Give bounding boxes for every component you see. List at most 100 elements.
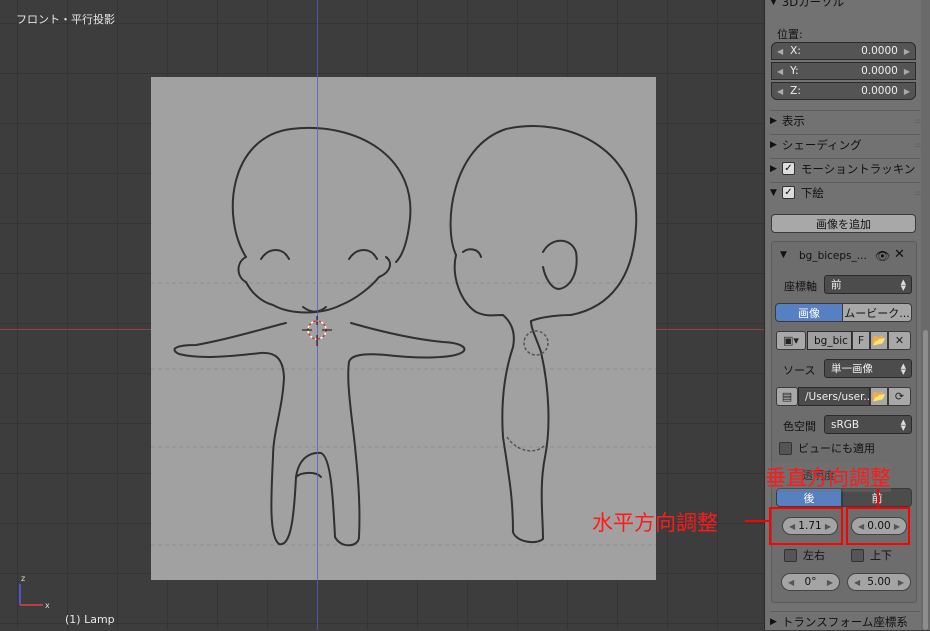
image-name-value: bg_bic: [814, 334, 848, 347]
checkbox-checked-icon[interactable]: ✓: [781, 186, 795, 199]
decrement-arrow-icon[interactable]: ◀: [777, 87, 783, 96]
horizontal-pointer-line: [745, 520, 769, 522]
decrement-arrow-icon[interactable]: ◀: [777, 47, 783, 56]
svg-text:z: z: [21, 574, 25, 583]
filepath-field[interactable]: /Users/user...: [798, 387, 870, 406]
tab-image[interactable]: 画像: [775, 303, 843, 322]
view-as-render-checkbox[interactable]: ビューにも適用: [779, 440, 875, 456]
updown-arrow-icon: ▲ ▼: [900, 277, 906, 292]
section-label: モーショントラッキン: [800, 161, 916, 176]
background-image: [151, 77, 656, 580]
collapse-arrow-icon[interactable]: ▼: [780, 250, 787, 260]
position-label: 位置:: [777, 28, 803, 41]
increment-arrow-icon[interactable]: ▶: [827, 578, 833, 587]
section-shading[interactable]: ▶ シェーディング ::::: [770, 134, 922, 154]
open-folder-icon[interactable]: 📂: [870, 331, 888, 350]
cursor-x-field[interactable]: ◀ X: 0.0000 ▶: [771, 42, 916, 60]
section-label: 下絵: [800, 185, 824, 200]
colorspace-select[interactable]: sRGB ▲ ▼: [824, 415, 912, 434]
section-display[interactable]: ▶ 表示 ::::: [770, 110, 922, 130]
view-title: フロント・平行投影: [16, 13, 115, 26]
expand-arrow-icon: ▶: [770, 115, 777, 126]
size-value: 5.00: [867, 576, 891, 588]
source-select-value: 単一画像: [831, 363, 873, 375]
unlink-close-icon[interactable]: ✕: [888, 331, 911, 350]
fake-user-label: F: [857, 334, 865, 347]
colorspace-label: 色空間: [783, 420, 816, 433]
decrement-arrow-icon[interactable]: ◀: [788, 578, 794, 587]
image-name-field[interactable]: bg_bic: [807, 331, 852, 350]
collapse-arrow-icon: ▼: [770, 187, 777, 198]
increment-arrow-icon[interactable]: ▶: [898, 578, 904, 587]
section-label: トランスフォーム座標系: [781, 614, 908, 629]
section-label: 3Dカーソル: [781, 0, 845, 9]
flip-x-checkbox[interactable]: 左右: [784, 547, 825, 563]
axis-gizmo-icon: z x: [19, 574, 50, 610]
checkbox-unchecked-icon[interactable]: [851, 548, 864, 562]
file-browse-icon[interactable]: 📂: [870, 387, 888, 406]
3d-cursor-icon[interactable]: [302, 316, 332, 346]
fake-user-button[interactable]: F: [852, 331, 870, 350]
drag-grip-icon[interactable]: ::::: [915, 117, 922, 125]
checkbox-unchecked-icon[interactable]: [779, 441, 792, 455]
scrollbar-thumb[interactable]: [923, 330, 928, 630]
image-file-icon: ▤: [776, 387, 798, 406]
axis-label: X:: [790, 45, 801, 57]
tab-movie-clip[interactable]: ムービーク...: [842, 303, 912, 322]
close-icon[interactable]: ✕: [894, 247, 905, 262]
active-object-label: (1) Lamp: [65, 613, 115, 626]
image-browse-icon[interactable]: ▣▾: [776, 331, 806, 350]
cursor-y-field[interactable]: ◀ Y: 0.0000 ▶: [771, 62, 916, 80]
expand-arrow-icon: ▶: [770, 616, 777, 627]
axis-value: 0.0000: [861, 65, 898, 77]
increment-arrow-icon[interactable]: ▶: [904, 67, 910, 76]
axis-label: Y:: [790, 65, 799, 77]
drag-grip-icon[interactable]: ::::: [915, 189, 922, 197]
expand-arrow-icon: ▶: [770, 139, 777, 150]
eye-icon[interactable]: 👁: [875, 249, 890, 263]
svg-text:x: x: [45, 601, 50, 610]
section-label: 表示: [781, 113, 805, 128]
axis-select-value: 前: [831, 279, 842, 291]
decrement-arrow-icon[interactable]: ◀: [777, 67, 783, 76]
offset-x-highlight: [769, 507, 843, 545]
axis-label: 座標軸: [784, 280, 817, 293]
character-sketch: [151, 125, 656, 547]
axis-label: Z:: [790, 85, 801, 97]
rotation-value: 0°: [804, 576, 817, 588]
section-label: シェーディング: [781, 137, 862, 152]
vertical-adjust-annotation: 垂直方向調整: [765, 462, 891, 492]
section-3d-cursor[interactable]: ▼ 3Dカーソル: [770, 0, 920, 12]
decrement-arrow-icon[interactable]: ◀: [854, 578, 860, 587]
cursor-z-field[interactable]: ◀ Z: 0.0000 ▶: [771, 82, 916, 100]
increment-arrow-icon[interactable]: ▶: [904, 87, 910, 96]
reload-icon[interactable]: ⟳: [888, 387, 911, 406]
expand-arrow-icon: ▶: [770, 163, 777, 174]
checkbox-unchecked-icon[interactable]: [784, 548, 797, 562]
source-label: ソース: [783, 364, 816, 377]
section-motion-tracking[interactable]: ▶ ✓ モーショントラッキン: [770, 158, 920, 178]
flip-x-label: 左右: [803, 549, 825, 562]
filepath-value: /Users/user...: [805, 390, 870, 403]
add-image-button[interactable]: 画像を追加: [771, 214, 916, 233]
drag-grip-icon[interactable]: ::::: [915, 141, 922, 149]
increment-arrow-icon[interactable]: ▶: [904, 47, 910, 56]
axis-value: 0.0000: [861, 45, 898, 57]
updown-arrow-icon: ▲ ▼: [900, 417, 906, 432]
flip-y-label: 上下: [870, 549, 892, 562]
updown-arrow-icon: ▲ ▼: [900, 361, 906, 376]
checkbox-checked-icon[interactable]: ✓: [781, 162, 795, 175]
section-transform-orientation[interactable]: ▶ トランスフォーム座標系: [770, 611, 920, 631]
size-field[interactable]: ◀ 5.00 ▶: [847, 573, 911, 591]
flip-y-checkbox[interactable]: 上下: [851, 547, 892, 563]
rotation-field[interactable]: ◀ 0° ▶: [781, 573, 840, 591]
axis-select[interactable]: 前 ▲ ▼: [824, 275, 912, 294]
offset-y-highlight: [846, 507, 910, 545]
collapse-arrow-icon: ▼: [770, 0, 777, 7]
colorspace-select-value: sRGB: [831, 418, 860, 431]
vertical-pointer-line: [877, 488, 879, 508]
axis-value: 0.0000: [861, 85, 898, 97]
section-background-images[interactable]: ▼ ✓ 下絵 ::::: [770, 182, 922, 202]
source-select[interactable]: 単一画像 ▲ ▼: [824, 359, 912, 378]
bg-image-name: bg_biceps_...: [799, 250, 867, 262]
